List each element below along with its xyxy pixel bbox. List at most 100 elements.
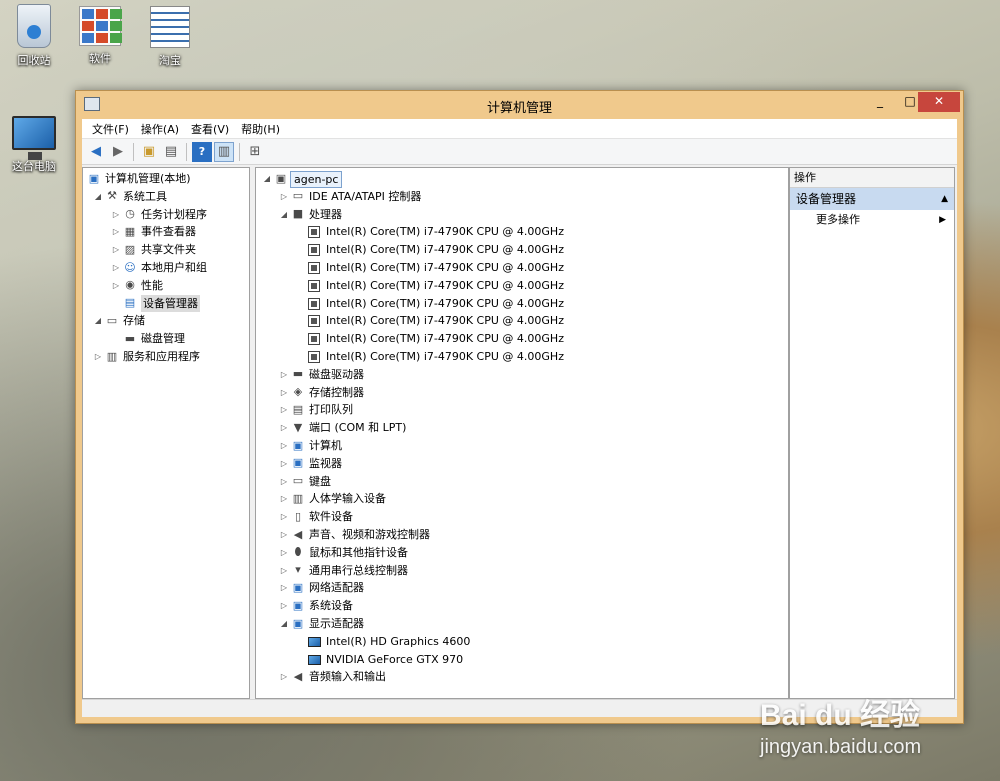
expand-arrow-icon[interactable]: ▷ (279, 437, 289, 455)
collapse-arrow-icon[interactable]: ◢ (93, 188, 103, 206)
device-item[interactable]: ▷ ▥ 人体学输入设备 (256, 490, 788, 508)
device-item[interactable]: Intel(R) Core(TM) i7-4790K CPU @ 4.00GHz (256, 223, 788, 241)
properties-icon[interactable]: ▥ (214, 141, 234, 162)
expand-arrow-icon[interactable]: ▷ (279, 544, 289, 562)
expand-arrow-icon[interactable]: ▷ (279, 188, 289, 206)
device-item[interactable]: Intel(R) HD Graphics 4600 (256, 633, 788, 651)
expand-arrow-icon[interactable]: ▷ (111, 241, 121, 259)
expand-arrow-icon[interactable]: ▷ (279, 384, 289, 402)
collapse-arrow-icon[interactable]: ◢ (93, 312, 103, 330)
menu-view[interactable]: 查看(V) (185, 121, 235, 137)
toolbar-separator (133, 142, 134, 161)
help-icon[interactable]: ? (192, 141, 212, 162)
up-folder-icon[interactable]: ▣ (139, 142, 159, 162)
tree-item[interactable]: ▷ ▥ 服务和应用程序 (83, 348, 249, 366)
display-device-icon (308, 654, 321, 665)
tree-item[interactable]: ▷ ▦ 事件查看器 (83, 223, 249, 241)
desktop-icon-this-pc[interactable]: 这台电脑 (2, 116, 66, 174)
expand-arrow-icon[interactable]: ▷ (279, 401, 289, 419)
tree-item[interactable]: ◢ ⚒ 系统工具 (83, 188, 249, 206)
close-button[interactable]: ✕ (918, 92, 960, 112)
device-item[interactable]: ▷ ⬮ 鼠标和其他指针设备 (256, 544, 788, 562)
tree-root-computer-management[interactable]: ▣ 计算机管理(本地) (83, 170, 249, 188)
tree-item[interactable]: ▷ ☺ 本地用户和组 (83, 259, 249, 277)
tree-item-label: 性能 (141, 278, 163, 292)
desktop-icon-taobao[interactable]: 淘宝 (138, 6, 202, 68)
collapse-arrow-icon[interactable]: ◢ (262, 170, 272, 188)
desktop-icon-recycle-bin[interactable]: 回收站 (2, 4, 66, 68)
tools-icon: ⚒ (107, 189, 117, 203)
expand-arrow-icon[interactable]: ▷ (279, 366, 289, 384)
device-item-label: Intel(R) Core(TM) i7-4790K CPU @ 4.00GHz (326, 349, 564, 363)
collapse-arrow-icon[interactable]: ◢ (279, 615, 289, 633)
tree-item[interactable]: ◢ ▭ 存储 (83, 312, 249, 330)
device-item[interactable]: Intel(R) Core(TM) i7-4790K CPU @ 4.00GHz (256, 241, 788, 259)
device-item[interactable]: ▷ ▣ 计算机 (256, 437, 788, 455)
device-item[interactable]: ▷ ▼ 端口 (COM 和 LPT) (256, 419, 788, 437)
menu-file[interactable]: 文件(F) (86, 121, 135, 137)
expand-arrow-icon[interactable]: ▷ (279, 490, 289, 508)
desktop-icon-software[interactable]: 软件 (68, 6, 132, 66)
tree-item[interactable]: ▷ ◷ 任务计划程序 (83, 206, 249, 224)
device-item[interactable]: ◢ ▣ 显示适配器 (256, 615, 788, 633)
expand-arrow-icon[interactable]: ▷ (111, 277, 121, 295)
tree-item[interactable]: ▷ ◉ 性能 (83, 277, 249, 295)
tree-item[interactable]: ▷ ▨ 共享文件夹 (83, 241, 249, 259)
title-bar[interactable]: 计算机管理 _ □ ✕ (76, 91, 963, 119)
device-item[interactable]: ◢ ■ 处理器 (256, 206, 788, 224)
expand-arrow-icon[interactable]: ▷ (279, 668, 289, 686)
device-item[interactable]: Intel(R) Core(TM) i7-4790K CPU @ 4.00GHz (256, 312, 788, 330)
more-actions-item[interactable]: 更多操作 ▶ (790, 210, 954, 230)
device-item[interactable]: Intel(R) Core(TM) i7-4790K CPU @ 4.00GHz (256, 295, 788, 313)
device-item[interactable]: ▷ ▣ 网络适配器 (256, 579, 788, 597)
expand-arrow-icon[interactable]: ▷ (279, 526, 289, 544)
device-item[interactable]: Intel(R) Core(TM) i7-4790K CPU @ 4.00GHz (256, 348, 788, 366)
device-item[interactable]: ▷ ▤ 打印队列 (256, 401, 788, 419)
device-item[interactable]: NVIDIA GeForce GTX 970 (256, 651, 788, 669)
expand-arrow-icon[interactable]: ▷ (279, 455, 289, 473)
minimize-button[interactable]: _ (866, 92, 894, 112)
collapse-arrow-icon[interactable]: ◢ (279, 206, 289, 224)
tree-item[interactable]: ▤ 设备管理器 (83, 294, 249, 313)
device-item[interactable]: ▷ ▣ 系统设备 (256, 597, 788, 615)
submenu-arrow-icon: ▶ (939, 215, 946, 225)
device-item[interactable]: ▷ ▣ 监视器 (256, 455, 788, 473)
device-item[interactable]: ▷ ◀ 声音、视频和游戏控制器 (256, 526, 788, 544)
expand-arrow-icon[interactable]: ▷ (279, 562, 289, 580)
expand-arrow-icon[interactable]: ▷ (279, 473, 289, 491)
expand-arrow-icon[interactable]: ▷ (111, 206, 121, 224)
watermark-logo: Bai du 经验 (760, 699, 921, 732)
device-item[interactable]: ▷ ◈ 存储控制器 (256, 384, 788, 402)
back-arrow-icon[interactable]: ◀ (86, 142, 106, 162)
device-tree-root[interactable]: ◢ ▣ agen-pc (256, 170, 788, 188)
expand-arrow-icon[interactable]: ▷ (279, 597, 289, 615)
device-item-label: 人体学输入设备 (309, 492, 386, 506)
forward-arrow-icon[interactable]: ▶ (108, 142, 128, 162)
device-item-label: Intel(R) Core(TM) i7-4790K CPU @ 4.00GHz (326, 296, 564, 310)
expand-arrow-icon[interactable]: ▷ (111, 259, 121, 277)
actions-section-device-manager[interactable]: 设备管理器 ▲ (790, 188, 954, 210)
device-item[interactable]: ▷ ◀ 音频输入和输出 (256, 668, 788, 686)
show-hide-tree-icon[interactable]: ▤ (161, 142, 181, 162)
device-item[interactable]: Intel(R) Core(TM) i7-4790K CPU @ 4.00GHz (256, 277, 788, 295)
device-item[interactable]: ▷ ▯ 软件设备 (256, 508, 788, 526)
device-item[interactable]: Intel(R) Core(TM) i7-4790K CPU @ 4.00GHz (256, 259, 788, 277)
device-item[interactable]: Intel(R) Core(TM) i7-4790K CPU @ 4.00GHz (256, 330, 788, 348)
device-item[interactable]: ▷ ▭ IDE ATA/ATAPI 控制器 (256, 188, 788, 206)
device-item[interactable]: ▷ ▾ 通用串行总线控制器 (256, 562, 788, 580)
expand-arrow-icon[interactable]: ▷ (93, 348, 103, 366)
expand-arrow-icon[interactable]: ▷ (111, 223, 121, 241)
expand-arrow-icon[interactable]: ▷ (279, 419, 289, 437)
software-device-icon: ▯ (294, 509, 302, 523)
tree-item[interactable]: ▬ 磁盘管理 (83, 330, 249, 348)
expand-arrow-icon[interactable]: ▷ (279, 508, 289, 526)
device-item-label: 监视器 (309, 456, 342, 470)
menu-action[interactable]: 操作(A) (135, 121, 185, 137)
scan-hardware-icon[interactable]: ⊞ (245, 142, 265, 162)
device-item[interactable]: ▷ ▭ 键盘 (256, 473, 788, 491)
device-item-label: 通用串行总线控制器 (309, 563, 408, 577)
menu-help[interactable]: 帮助(H) (235, 121, 286, 137)
collapse-up-icon[interactable]: ▲ (941, 188, 948, 210)
device-item[interactable]: ▷ ▬ 磁盘驱动器 (256, 366, 788, 384)
expand-arrow-icon[interactable]: ▷ (279, 579, 289, 597)
